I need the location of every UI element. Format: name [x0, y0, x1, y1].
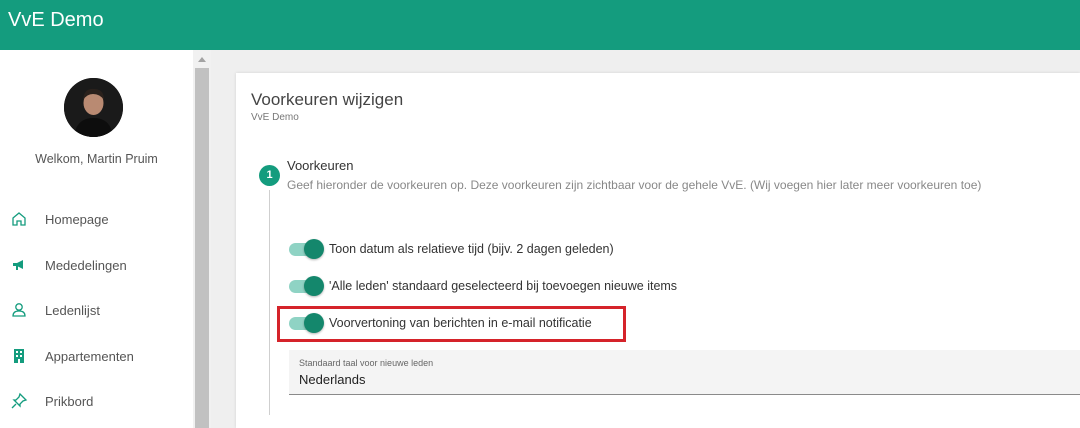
sidebar-item-label: Prikbord: [45, 393, 94, 409]
stepper-line: [269, 190, 270, 415]
app-title: VvE Demo: [8, 9, 104, 31]
toggle-knob[interactable]: [304, 276, 324, 296]
sidebar-item-prikbord[interactable]: Prikbord: [0, 386, 193, 416]
sidebar-item-label: Homepage: [45, 211, 109, 227]
user-icon: [12, 303, 26, 317]
sidebar-item-homepage[interactable]: Homepage: [0, 204, 193, 234]
card-bottom: [236, 420, 1080, 428]
highlight-annotation: [277, 306, 626, 342]
welcome-text: Welkom, Martin Pruim: [35, 152, 158, 166]
select-value: Nederlands: [299, 372, 366, 387]
toggle-label: 'Alle leden' standaard geselecteerd bij …: [329, 279, 678, 293]
scroll-up-arrow-icon[interactable]: [198, 57, 206, 62]
app-header: VvE Demo: [0, 0, 1045, 50]
page-title: Voorkeuren wijzigen: [251, 90, 404, 109]
step-number-badge: 1: [259, 165, 280, 186]
home-icon: [12, 212, 26, 226]
sidebar-item-appartementen[interactable]: Appartementen: [0, 341, 193, 371]
sidebar: Welkom, Martin Pruim Homepage Mededeling…: [0, 50, 193, 428]
step-description: Geef hieronder de voorkeuren op. Deze vo…: [287, 178, 982, 192]
sidebar-item-ledenlijst[interactable]: Ledenlijst: [0, 295, 193, 325]
sidebar-item-label: Ledenlijst: [45, 302, 100, 318]
default-language-select[interactable]: Standaard taal voor nieuwe leden Nederla…: [289, 350, 1080, 395]
toggle-label: Toon datum als relatieve tijd (bijv. 2 d…: [329, 242, 614, 256]
step-title: Voorkeuren: [287, 158, 354, 173]
sidebar-item-label: Appartementen: [45, 348, 134, 364]
sidebar-item-mededelingen[interactable]: Mededelingen: [0, 250, 193, 280]
sidebar-item-label: Mededelingen: [45, 257, 127, 273]
page-subtitle: VvE Demo: [251, 112, 299, 123]
toggle-knob[interactable]: [304, 239, 324, 259]
megaphone-icon: [13, 260, 23, 270]
scrollbar-thumb[interactable]: [195, 68, 209, 428]
pin-icon: [11, 392, 28, 409]
select-label: Standaard taal voor nieuwe leden: [299, 358, 434, 368]
building-icon: [14, 349, 24, 363]
sidebar-scrollbar[interactable]: [193, 50, 211, 428]
avatar[interactable]: [64, 78, 123, 137]
